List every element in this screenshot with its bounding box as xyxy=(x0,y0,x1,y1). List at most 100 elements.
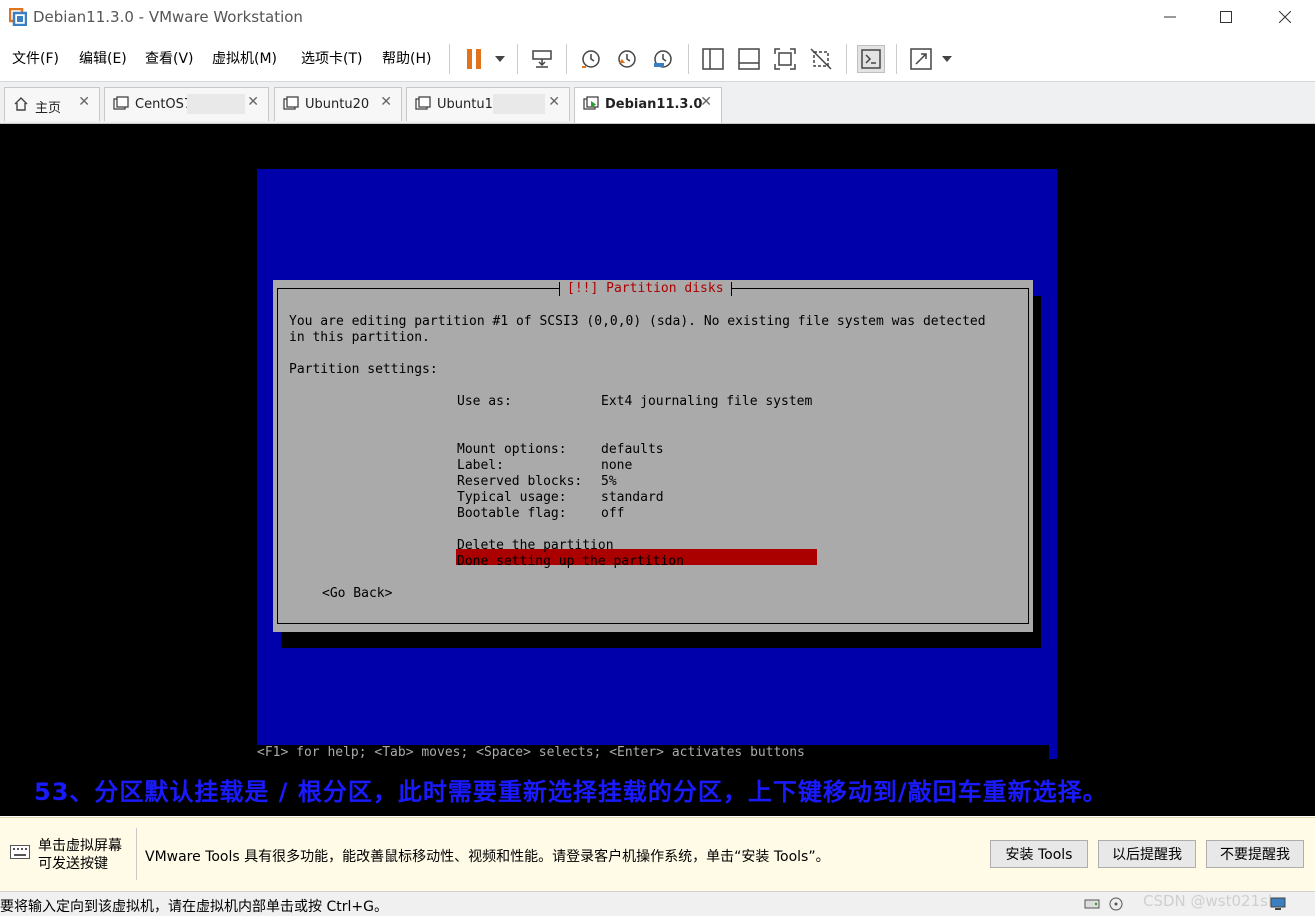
redaction-block xyxy=(187,94,245,114)
terminal-icon xyxy=(861,49,881,69)
thumbnail-layout-icon xyxy=(738,48,760,70)
tab-label: Debian11.3.0 xyxy=(605,97,703,112)
sidebar-layout-icon xyxy=(702,48,724,70)
menu-tabs[interactable]: 选项卡(T) xyxy=(301,48,362,68)
setting-label-bootable-flag[interactable]: Bootable flag: xyxy=(457,506,567,522)
redaction-block xyxy=(493,94,545,114)
stretch-dropdown-button[interactable] xyxy=(933,45,961,73)
setting-value-mount-point[interactable]: / xyxy=(601,426,609,442)
tab-ubuntu18[interactable]: Ubuntu18 ✕ xyxy=(406,87,570,121)
tab-centos7[interactable]: CentOS7 ✕ xyxy=(104,87,269,121)
revert-snapshot-icon xyxy=(618,50,636,68)
vmware-tools-notification: 单击虚拟屏幕 可发送按键 VMware Tools 具有很多功能，能改善鼠标移动… xyxy=(0,817,1315,891)
intro-line-2: in this partition. xyxy=(289,330,430,345)
install-tools-button[interactable]: 安装 Tools xyxy=(990,840,1088,868)
setting-value-label[interactable]: none xyxy=(601,458,632,474)
close-icon[interactable]: ✕ xyxy=(548,94,560,110)
title-bar: Debian11.3.0 - VMware Workstation xyxy=(0,0,1315,36)
cd-rom-icon[interactable] xyxy=(1108,897,1124,911)
keyboard-icon xyxy=(10,845,30,859)
power-dropdown-button[interactable] xyxy=(486,45,514,73)
menu-edit[interactable]: 编辑(E) xyxy=(79,48,127,68)
tools-message: VMware Tools 具有很多功能，能改善鼠标移动性、视频和性能。请登录客户… xyxy=(145,849,830,865)
setting-label-mount-options[interactable]: Mount options: xyxy=(457,442,567,458)
menu-file[interactable]: 文件(F) xyxy=(12,48,59,68)
vm-running-icon xyxy=(583,96,599,110)
close-button[interactable] xyxy=(1257,0,1313,34)
vm-tab-bar: 主页 ✕ CentOS7 ✕ Ubuntu20 ✕ Ubuntu18 ✕ Deb… xyxy=(0,82,1315,124)
close-icon[interactable]: ✕ xyxy=(78,94,90,110)
snapshot-manager-icon xyxy=(654,50,672,68)
maximize-icon xyxy=(1220,11,1232,23)
stretch-guest-button[interactable] xyxy=(907,45,935,73)
vm-icon xyxy=(283,96,299,110)
setting-value-bootable-flag[interactable]: off xyxy=(601,506,624,522)
unity-button[interactable] xyxy=(807,45,835,73)
toolbar-divider xyxy=(449,44,450,74)
setting-value-typical-usage[interactable]: standard xyxy=(601,490,664,506)
menu-help[interactable]: 帮助(H) xyxy=(382,48,431,68)
full-screen-button[interactable] xyxy=(771,45,799,73)
menu-view[interactable]: 查看(V) xyxy=(145,48,194,68)
window-title: Debian11.3.0 - VMware Workstation xyxy=(33,8,303,26)
display-icon[interactable] xyxy=(1270,897,1286,911)
maximize-button[interactable] xyxy=(1198,0,1254,34)
vmware-logo-icon xyxy=(9,8,27,26)
vm-console[interactable]: [!!] Partition disks You are editing par… xyxy=(0,124,1315,816)
toolbar-divider xyxy=(517,44,518,74)
hard-disk-icon[interactable] xyxy=(1084,897,1100,911)
unity-disabled-icon xyxy=(810,48,832,70)
setting-value-use-as[interactable]: Ext4 journaling file system xyxy=(601,394,812,410)
tab-label: 主页 xyxy=(35,101,62,116)
setting-label-use-as[interactable]: Use as: xyxy=(457,394,512,410)
setting-value-mount-options[interactable]: defaults xyxy=(601,442,664,458)
tab-label: CentOS7 xyxy=(135,97,193,112)
setting-label-reserved-blocks[interactable]: Reserved blocks: xyxy=(457,474,582,490)
go-back-button[interactable]: <Go Back> xyxy=(322,586,392,602)
toolbar-divider xyxy=(846,44,847,74)
tab-home[interactable]: 主页 ✕ xyxy=(4,87,100,121)
installer-help-line: <F1> for help; <Tab> moves; <Space> sele… xyxy=(257,745,1049,761)
snapshot-manager-button[interactable] xyxy=(649,45,677,73)
chevron-down-icon xyxy=(495,56,505,62)
csdn-watermark: CSDN @wst021sh xyxy=(1143,892,1278,910)
toolbar-divider xyxy=(688,44,689,74)
close-icon[interactable]: ✕ xyxy=(380,94,392,110)
partition-dialog: [!!] Partition disks You are editing par… xyxy=(273,280,1033,632)
snapshot-clock-icon xyxy=(582,50,600,68)
home-icon xyxy=(14,97,28,111)
pause-button[interactable] xyxy=(460,45,488,73)
hint-line-1: 单击虚拟屏幕 xyxy=(38,838,122,854)
setting-label-mount-point[interactable]: Mount point: xyxy=(457,426,551,442)
setting-label-typical-usage[interactable]: Typical usage: xyxy=(457,490,567,506)
minimize-button[interactable] xyxy=(1142,0,1198,34)
snapshot-button[interactable] xyxy=(577,45,605,73)
send-ctrl-alt-del-button[interactable] xyxy=(528,45,556,73)
setting-label-label[interactable]: Label: xyxy=(457,458,504,474)
close-icon[interactable]: ✕ xyxy=(700,94,712,110)
settings-heading: Partition settings: xyxy=(289,362,438,377)
click-to-send-hint: 单击虚拟屏幕 可发送按键 xyxy=(38,837,122,873)
delete-partition-option[interactable]: Delete the partition xyxy=(457,538,614,554)
console-view-button[interactable] xyxy=(857,45,885,73)
close-icon[interactable]: ✕ xyxy=(247,94,259,110)
close-icon xyxy=(1279,11,1291,23)
never-remind-button[interactable]: 不要提醒我 xyxy=(1206,840,1304,868)
network-keyboard-icon xyxy=(532,50,552,68)
setting-value-reserved-blocks[interactable]: 5% xyxy=(601,474,617,490)
pause-icon xyxy=(467,49,481,69)
revert-snapshot-button[interactable] xyxy=(613,45,641,73)
toolbar-divider xyxy=(566,44,567,74)
menu-toolbar: 文件(F) 编辑(E) 查看(V) 虚拟机(M) 选项卡(T) 帮助(H) xyxy=(0,36,1315,82)
show-library-button[interactable] xyxy=(699,45,727,73)
vm-icon xyxy=(415,96,431,110)
tab-debian11[interactable]: Debian11.3.0 ✕ xyxy=(574,87,722,123)
show-thumbnail-button[interactable] xyxy=(735,45,763,73)
remind-later-button[interactable]: 以后提醒我 xyxy=(1098,840,1196,868)
menu-vm[interactable]: 虚拟机(M) xyxy=(212,48,277,68)
tab-label: Ubuntu20 xyxy=(305,97,370,112)
intro-line-1: You are editing partition #1 of SCSI3 (0… xyxy=(289,314,986,329)
tab-ubuntu20[interactable]: Ubuntu20 ✕ xyxy=(274,87,402,121)
done-partition-option[interactable]: Done setting up the partition xyxy=(457,554,684,570)
hint-line-2: 可发送按键 xyxy=(38,856,108,872)
